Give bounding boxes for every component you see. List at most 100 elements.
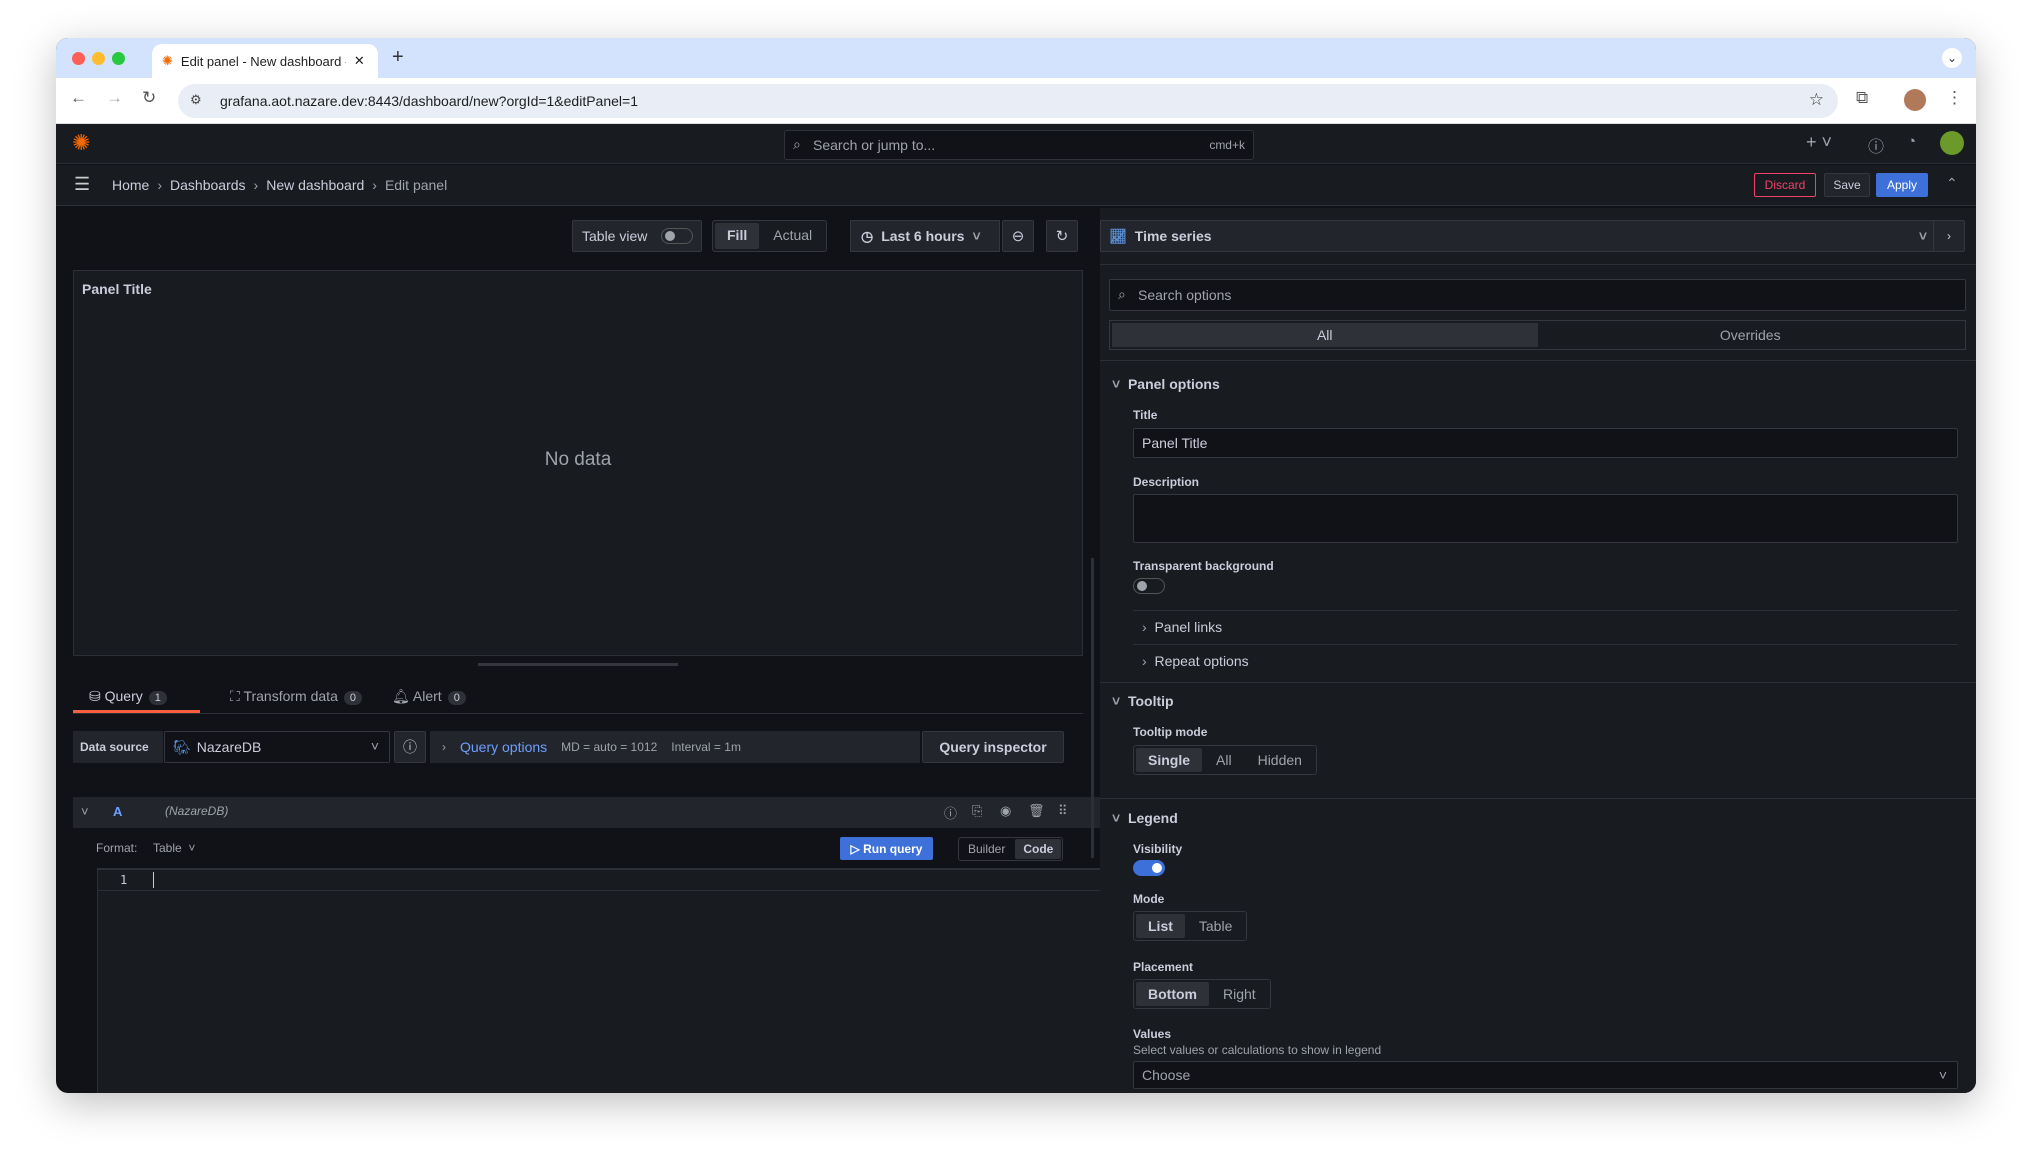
duplicate-icon[interactable]: ⎘ (972, 803, 982, 819)
query-options-bar[interactable]: › Query options MD = auto = 1012 Interval … (430, 731, 920, 763)
fill-option[interactable]: Fill (715, 223, 760, 249)
tooltip-header[interactable]: ˅ Tooltip (1112, 693, 1174, 709)
collapse-chevron-icon[interactable]: ˅ (81, 804, 89, 819)
query-row-a: ˅ A (NazareDB) ⓘ ⎘ ◉ 🗑︎ ⠿ (73, 797, 1121, 828)
user-avatar[interactable] (1940, 131, 1964, 155)
trash-icon[interactable]: 🗑︎ (1028, 803, 1045, 819)
search-icon: ⌕ (793, 136, 801, 152)
fill-actual-switch: Fill Actual (712, 220, 828, 252)
back-icon[interactable]: ← (70, 88, 87, 108)
transparent-background-toggle[interactable] (1133, 578, 1165, 594)
actual-option[interactable]: Actual (761, 223, 824, 249)
save-button[interactable]: Save (1824, 173, 1870, 197)
collapse-chevron-up-icon[interactable]: ⌃ (1946, 175, 1958, 192)
tooltip-hidden[interactable]: Hidden (1246, 748, 1314, 772)
builder-option[interactable]: Builder (960, 839, 1013, 859)
reload-icon[interactable]: ↻ (142, 88, 156, 108)
help-icon[interactable]: ⓘ (1868, 133, 1884, 157)
description-textarea[interactable] (1133, 494, 1958, 543)
legend-placement-switch: Bottom Right (1133, 979, 1271, 1009)
tab-transform-data[interactable]: ⛶ Transform data 0 (230, 682, 362, 713)
query-options-link[interactable]: Query options (460, 739, 547, 755)
help-icon[interactable]: ⓘ (944, 803, 957, 822)
close-window-button[interactable] (72, 52, 85, 65)
extensions-icon[interactable]: ⧉ (1856, 88, 1868, 108)
breadcrumb-home[interactable]: Home (112, 177, 149, 193)
query-inspector-button[interactable]: Query inspector (922, 731, 1064, 763)
tab-overrides[interactable]: Overrides (1538, 323, 1964, 347)
refresh-icon[interactable]: ↻ (1046, 220, 1078, 252)
search-input[interactable]: ⌕ Search or jump to... cmd+k (784, 130, 1254, 160)
database-icon: ⛁ (89, 688, 101, 704)
panel-options-header[interactable]: ˅ Panel options (1112, 376, 1220, 392)
tooltip-single[interactable]: Single (1136, 748, 1203, 772)
format-select[interactable]: Table ˅ (153, 841, 195, 855)
breadcrumb-new-dashboard[interactable]: New dashboard (266, 177, 364, 193)
visualization-picker[interactable]: 📈︎ Time series ˅ (1100, 220, 1940, 252)
bookmark-star-icon[interactable]: ☆ (1809, 90, 1824, 110)
discard-button[interactable]: Discard (1754, 173, 1816, 197)
news-rss-icon[interactable]: ◔ (1907, 133, 1916, 150)
table-view-toggle[interactable]: Table view (572, 220, 702, 252)
code-editor[interactable]: 1 (97, 868, 1121, 1093)
panel-links-section[interactable]: › Panel links (1142, 619, 1222, 635)
query-tabs: ⛁ Query 1 ⛶ Transform data 0 🔔︎ Alert 0 (73, 682, 1083, 714)
address-bar-row: ← → ↻ ⚙ grafana.aot.nazare.dev:8443/dash… (56, 78, 1976, 124)
repeat-options-section[interactable]: › Repeat options (1142, 653, 1249, 669)
chevron-right-icon[interactable]: › (1933, 220, 1965, 252)
time-range-picker[interactable]: ◷ Last 6 hours ˅ (850, 220, 1000, 252)
placement-bottom[interactable]: Bottom (1136, 982, 1209, 1006)
maximize-window-button[interactable] (112, 52, 125, 65)
options-tabs: All Overrides (1109, 320, 1966, 350)
title-input[interactable]: Panel Title (1133, 428, 1958, 458)
legend-mode-list[interactable]: List (1136, 914, 1185, 938)
profile-avatar[interactable] (1904, 89, 1926, 111)
tooltip-all[interactable]: All (1204, 748, 1244, 772)
pane-splitter[interactable] (1091, 558, 1094, 858)
legend-mode-table[interactable]: Table (1187, 914, 1244, 938)
minimize-window-button[interactable] (92, 52, 105, 65)
placement-right[interactable]: Right (1211, 982, 1268, 1006)
tab-query[interactable]: ⛁ Query 1 (73, 682, 200, 713)
legend-values-select[interactable]: Choose ˅ (1133, 1061, 1958, 1089)
breadcrumb-edit-panel: Edit panel (384, 177, 448, 193)
transform-icon: ⛶ (230, 688, 240, 704)
bell-icon: 🔔︎ (391, 688, 410, 704)
new-tab-button[interactable]: + (392, 46, 404, 69)
time-series-icon: 📈︎ (1109, 227, 1127, 244)
tab-all[interactable]: All (1112, 323, 1538, 347)
builder-code-switch: Builder Code (958, 837, 1064, 861)
browser-window: ✺ Edit panel - New dashboard - ✕ + ⌄ ← →… (56, 38, 1976, 1093)
eye-icon[interactable]: ◉ (1000, 803, 1011, 819)
query-ref-id[interactable]: A (113, 804, 122, 819)
breadcrumb-dashboards[interactable]: Dashboards (170, 177, 246, 193)
zoom-out-icon[interactable]: ⊖ (1002, 220, 1034, 252)
forward-icon[interactable]: → (106, 88, 123, 108)
apply-button[interactable]: Apply (1876, 173, 1928, 197)
grafana-logo-icon[interactable]: ✺ (72, 130, 90, 156)
drag-handle-icon[interactable]: ⠿ (1058, 803, 1068, 819)
grafana-favicon-icon: ✺ (162, 53, 173, 68)
site-settings-icon[interactable]: ⚙ (190, 92, 202, 108)
search-options-input[interactable]: ⌕ Search options (1109, 279, 1966, 311)
data-source-picker[interactable]: 🐘︎ NazareDB ˅ (164, 731, 390, 763)
run-query-button[interactable]: ▷ Run query (840, 837, 933, 860)
new-plus-icon[interactable]: + ˅ (1806, 132, 1832, 153)
help-icon[interactable]: ⓘ (394, 731, 426, 763)
legend-visibility-toggle[interactable] (1133, 860, 1165, 876)
panel-preview: Panel Title No data (73, 270, 1083, 656)
browser-menu-icon[interactable]: ⋮ (1946, 88, 1963, 108)
url-bar[interactable]: ⚙ grafana.aot.nazare.dev:8443/dashboard/… (178, 84, 1838, 118)
breadcrumb-bar: ☰ Home › Dashboards › New dashboard › Edit … (56, 165, 1976, 206)
options-pane: 📈︎ Time series ˅ › ⌕ Search options All Ove… (1100, 208, 1976, 1093)
code-option[interactable]: Code (1015, 839, 1062, 859)
tab-search-button[interactable]: ⌄ (1942, 48, 1962, 68)
legend-header[interactable]: ˅ Legend (1112, 810, 1178, 826)
grafana-top-bar: ✺ ⌕ Search or jump to... cmd+k + ˅ ⓘ ◔ (56, 124, 1976, 164)
panel-resize-handle[interactable] (478, 663, 678, 666)
browser-tab[interactable]: ✺ Edit panel - New dashboard - ✕ (152, 44, 378, 78)
legend-mode-switch: List Table (1133, 911, 1248, 941)
tab-alert[interactable]: 🔔︎ Alert 0 (392, 682, 466, 713)
close-tab-icon[interactable]: ✕ (354, 53, 365, 69)
menu-hamburger-icon[interactable]: ☰ (74, 174, 90, 195)
